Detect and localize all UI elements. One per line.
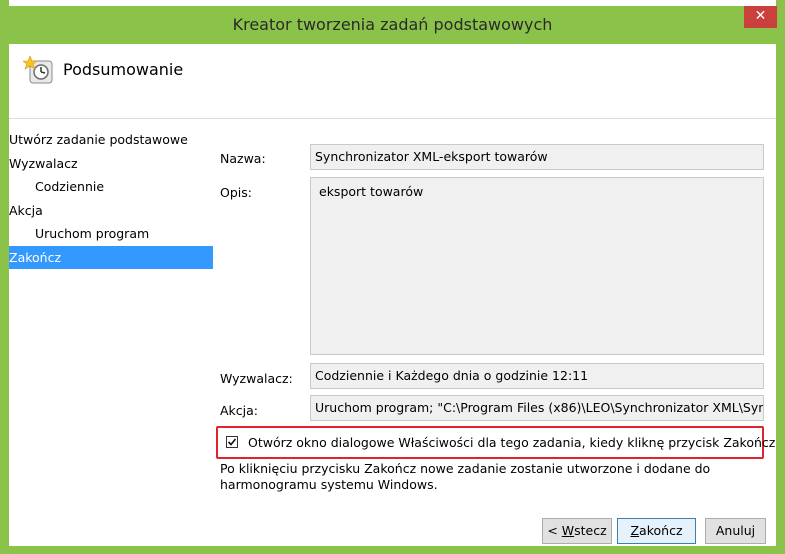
trigger-field[interactable]: Codziennie i Każdego dnia o godzinie 12:… — [310, 363, 764, 389]
trigger-label: Wyzwalacz: — [220, 371, 293, 386]
task-scheduler-clock-icon — [22, 55, 55, 86]
open-properties-label[interactable]: Otwórz okno dialogowe Właściwości dla te… — [248, 435, 775, 450]
finish-info-line-2: harmonogramu systemu Windows. — [220, 477, 438, 492]
window-title: Kreator tworzenia zadań podstawowych — [232, 15, 553, 34]
finish-info-text: Po kliknięciu przycisku Zakończ nowe zad… — [220, 461, 740, 493]
finish-button[interactable]: Zakończ — [617, 518, 696, 544]
name-field[interactable]: Synchronizator XML-eksport towarów — [310, 144, 764, 170]
back-button[interactable]: < Wstecz — [542, 518, 612, 544]
name-label: Nazwa: — [220, 151, 266, 166]
back-button-mnemonic: W — [561, 523, 575, 538]
description-label: Opis: — [220, 185, 252, 200]
open-properties-highlight: Otwórz okno dialogowe Właściwości dla te… — [216, 426, 775, 459]
nav-step-finish[interactable]: Zakończ — [9, 245, 213, 269]
title-bar[interactable]: Kreator tworzenia zadań podstawowych ✕ — [0, 6, 785, 44]
nav-step-create-basic-task[interactable]: Utwórz zadanie podstawowe — [9, 128, 213, 152]
cancel-button[interactable]: Anuluj — [705, 518, 766, 544]
finish-info-line-1: Po kliknięciu przycisku Zakończ nowe zad… — [220, 461, 711, 476]
description-field[interactable]: eksport towarów — [310, 177, 764, 355]
back-button-prefix: < — [547, 523, 562, 538]
wizard-header: Podsumowanie — [9, 44, 776, 119]
nav-step-daily[interactable]: Codziennie — [9, 175, 213, 199]
nav-step-trigger[interactable]: Wyzwalacz — [9, 152, 213, 176]
open-properties-checkbox[interactable] — [226, 436, 238, 448]
page-title: Podsumowanie — [63, 60, 184, 79]
nav-step-start-program[interactable]: Uruchom program — [9, 222, 213, 246]
wizard-steps-nav: Utwórz zadanie podstawowe Wyzwalacz Codz… — [9, 128, 213, 269]
back-button-rest: stecz — [574, 523, 607, 538]
close-icon: ✕ — [754, 8, 767, 24]
action-label: Akcja: — [220, 403, 259, 418]
nav-step-action[interactable]: Akcja — [9, 199, 213, 223]
finish-button-rest: akończ — [639, 523, 683, 538]
checkmark-icon — [227, 438, 237, 446]
close-button[interactable]: ✕ — [744, 6, 777, 28]
finish-button-mnemonic: Z — [630, 523, 640, 538]
action-field[interactable]: Uruchom program; "C:\Program Files (x86)… — [310, 395, 764, 421]
